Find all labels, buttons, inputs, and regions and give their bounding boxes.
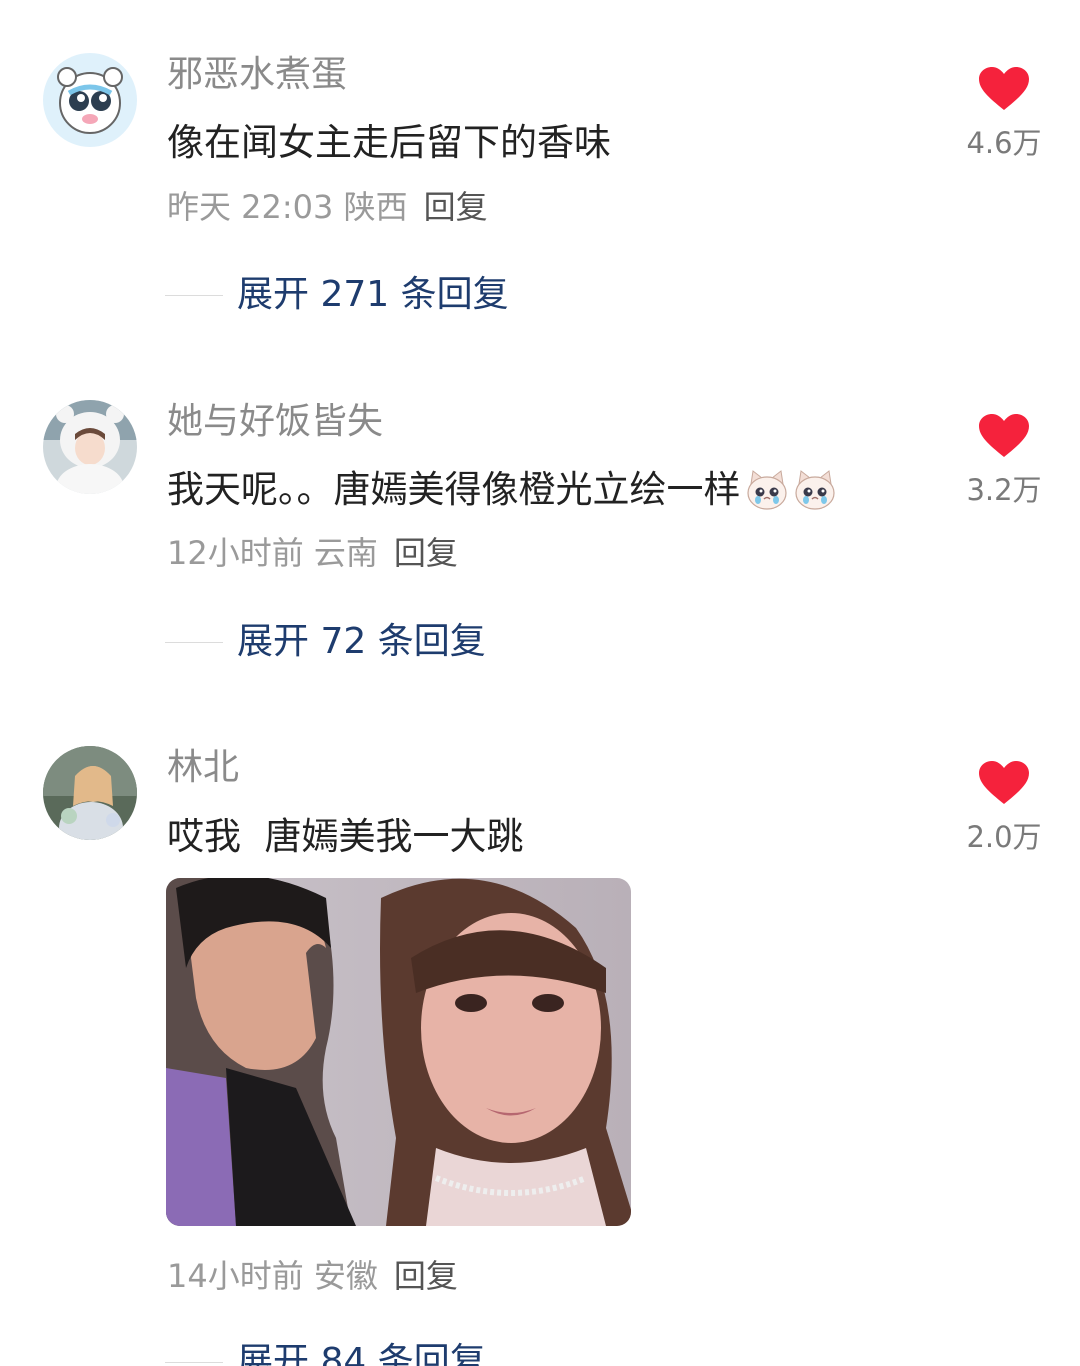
- username[interactable]: 林北: [167, 746, 239, 790]
- expand-replies-label: 展开 84 条回复: [237, 1341, 486, 1366]
- comment-item: 林北 哎我 唐嫣美我一大跳 14小时前 安徽 回复 展开 84 条回复 2.0万: [0, 0, 1080, 1366]
- time-location: 14小时前 安徽: [167, 1257, 378, 1295]
- avatar[interactable]: [43, 746, 137, 840]
- divider-line: [165, 1361, 223, 1363]
- heart-icon: [979, 761, 1029, 804]
- like-button[interactable]: 2.0万: [964, 760, 1044, 856]
- comment-image[interactable]: [166, 878, 631, 1226]
- reply-button[interactable]: 回复: [394, 1257, 458, 1295]
- like-count: 2.0万: [966, 820, 1042, 854]
- expand-replies-button[interactable]: 展开 84 条回复: [165, 1340, 486, 1366]
- comment-text-content: 哎我 唐嫣美我一大跳: [167, 815, 524, 858]
- comment-meta: 14小时前 安徽 回复: [167, 1256, 458, 1296]
- comment-text: 哎我 唐嫣美我一大跳: [167, 813, 524, 861]
- comment-list: 邪恶水煮蛋 像在闻女主走后留下的香味 昨天 22:03 陕西 回复 展开 271 …: [0, 0, 1080, 1366]
